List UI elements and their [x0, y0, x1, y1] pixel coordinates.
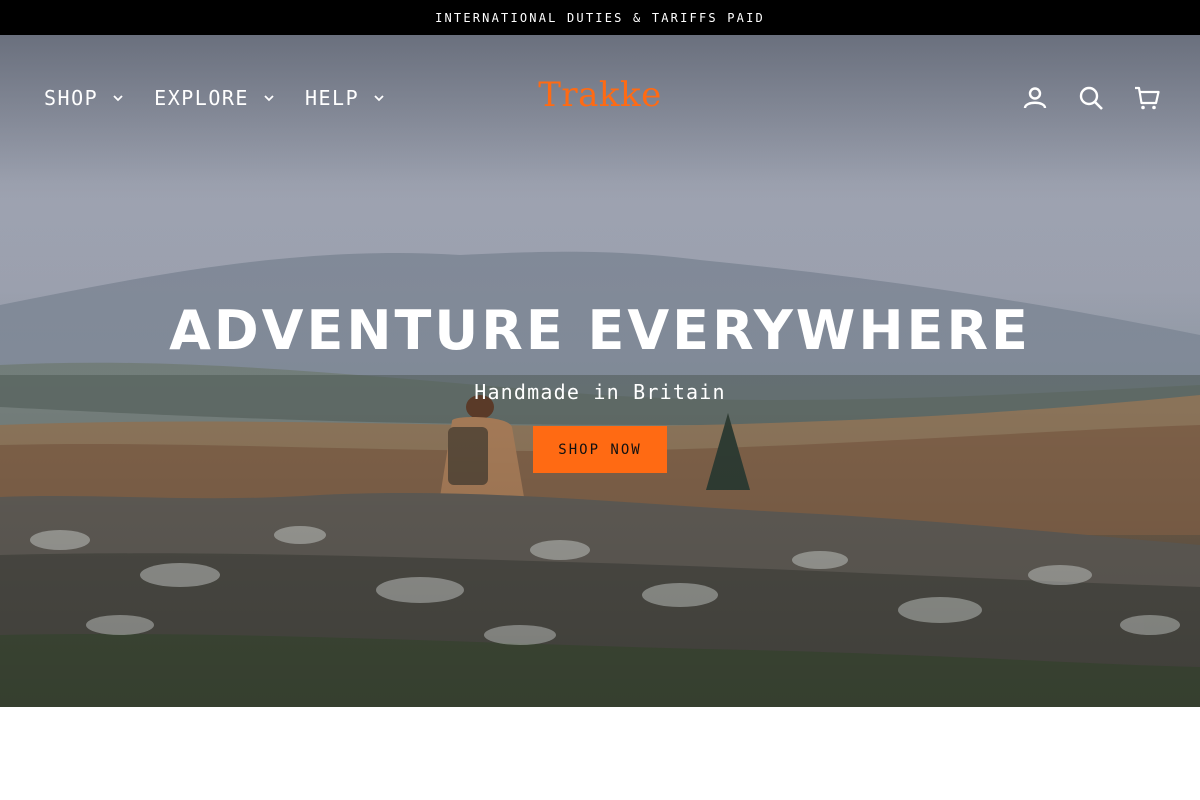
main-navigation: SHOP EXPLORE HELP Trakke: [0, 35, 1200, 160]
hero-subheadline: Handmade in Britain: [474, 380, 726, 404]
site-logo[interactable]: Trakke: [538, 75, 662, 115]
account-icon[interactable]: [1022, 85, 1048, 111]
chevron-down-icon: [113, 94, 123, 101]
nav-item-explore[interactable]: EXPLORE: [154, 86, 275, 110]
announcement-text: INTERNATIONAL DUTIES & TARIFFS PAID: [435, 10, 765, 25]
nav-utilities: [1022, 85, 1160, 111]
nav-item-label: HELP: [304, 85, 360, 110]
announcement-bar: INTERNATIONAL DUTIES & TARIFFS PAID: [0, 0, 1200, 35]
chevron-down-icon: [264, 94, 274, 101]
search-icon[interactable]: [1078, 85, 1104, 111]
chevron-down-icon: [374, 94, 384, 101]
cart-icon[interactable]: [1134, 85, 1160, 111]
content-area: [0, 707, 1200, 800]
nav-item-label: EXPLORE: [154, 85, 249, 110]
nav-item-help[interactable]: HELP: [305, 86, 385, 110]
hero-headline: ADVENTURE EVERYWHERE: [169, 299, 1031, 362]
nav-item-shop[interactable]: SHOP: [44, 86, 124, 110]
nav-item-label: SHOP: [44, 85, 99, 110]
shop-now-button[interactable]: SHOP NOW: [533, 426, 667, 473]
hero-content: ADVENTURE EVERYWHERE Handmade in Britain…: [0, 300, 1200, 473]
nav-menu: SHOP EXPLORE HELP: [44, 86, 1022, 110]
